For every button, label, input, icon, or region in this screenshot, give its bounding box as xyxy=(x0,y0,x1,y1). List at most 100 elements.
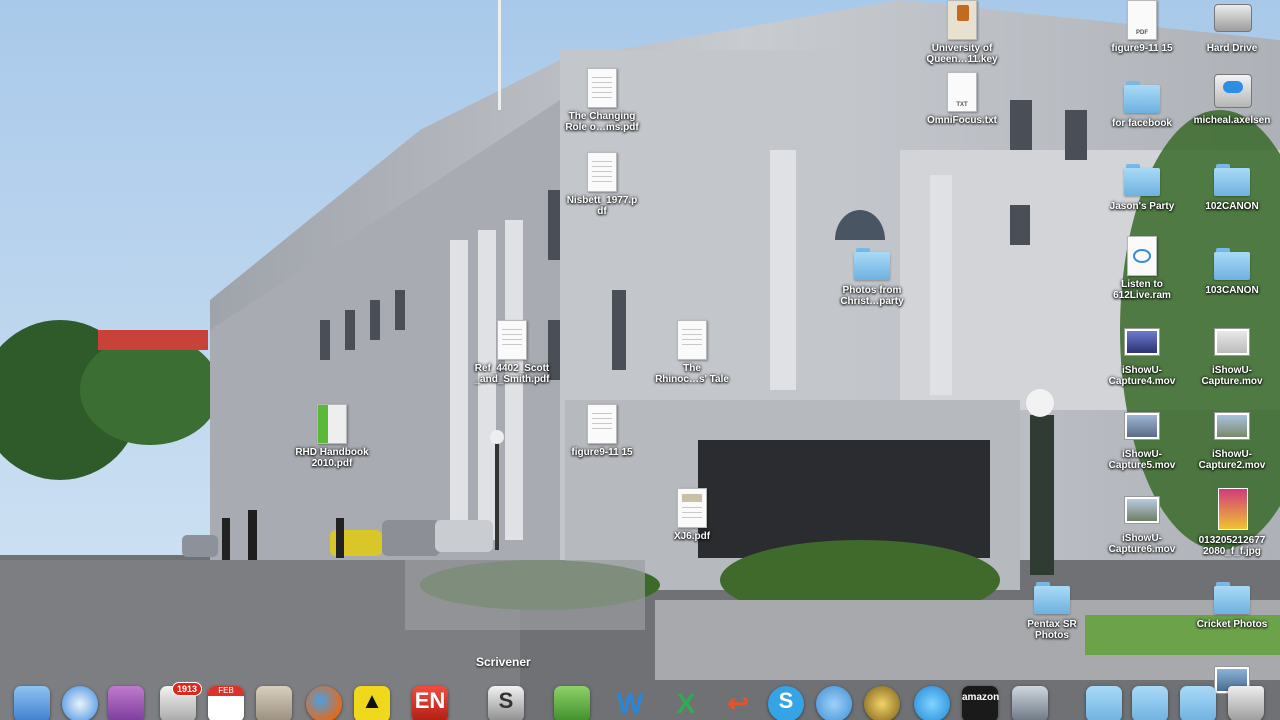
desktop-icon-jpg-image[interactable]: 013205212677 2080_f_f.jpg xyxy=(1184,488,1280,557)
desktop-icon-label: Jason's Party xyxy=(1109,201,1175,212)
desktop-icon-jasons-party-folder[interactable]: Jason's Party xyxy=(1094,158,1190,212)
dock-downloads-folder-icon[interactable] xyxy=(1086,686,1122,720)
desktop-icon-label: iShowU- Capture4.mov xyxy=(1108,365,1176,387)
pdf-file-icon xyxy=(314,404,350,444)
folder-icon xyxy=(1214,576,1250,616)
dock-safari-icon[interactable] xyxy=(62,686,98,720)
desktop-icon-nisbett-pdf[interactable]: Nisbett_1977.p df xyxy=(554,152,650,217)
text-file-icon: TXT xyxy=(944,72,980,112)
desktop-icon-micheal-axelsen[interactable]: micheal.axelsen xyxy=(1184,72,1280,126)
dock-mail-icon[interactable]: 1913 xyxy=(160,682,202,720)
word-w-glyph: W xyxy=(616,688,644,719)
folder-icon xyxy=(1124,75,1160,115)
dock-amazon-icon[interactable]: amazon xyxy=(962,686,1000,720)
dock-twitter-bird-icon[interactable]: ▲ xyxy=(354,686,390,720)
desktop-icon-label: iShowU- Capture5.mov xyxy=(1108,449,1176,471)
desktop-icon-for-facebook-folder[interactable]: for facebook xyxy=(1094,75,1190,129)
movie-file-icon xyxy=(1124,406,1160,446)
dock-evernote-icon[interactable]: EN xyxy=(412,686,448,720)
desktop-icon-103canon-folder[interactable]: 103CANON xyxy=(1184,242,1280,296)
desktop-icon-label: figure9-11 15 xyxy=(1111,43,1173,54)
folder-icon xyxy=(854,242,890,282)
desktop-icon-label: iShowU- Capture6.mov xyxy=(1108,533,1176,555)
dock-contacts-icon[interactable] xyxy=(816,686,852,720)
skype-s-glyph: S xyxy=(778,688,794,713)
pdf-file-icon xyxy=(674,488,710,528)
dock-finder-icon[interactable] xyxy=(14,686,50,720)
desktop-icon-changing-role-pdf[interactable]: The Changing Role o…ms.pdf xyxy=(554,68,650,133)
desktop-icon-rhinoceros-tale[interactable]: The Rhinoc…s' Tale xyxy=(644,320,740,385)
desktop-icon-ishowu-capture4[interactable]: iShowU- Capture4.mov xyxy=(1094,322,1190,387)
desktop-icon-omnifocus-txt[interactable]: TXT OmniFocus.txt xyxy=(914,72,1010,126)
amazon-label: amazon xyxy=(962,692,1000,703)
movie-file-icon xyxy=(1124,322,1160,362)
dock-word-icon[interactable]: W xyxy=(612,686,648,720)
dock-stack-folder-icon[interactable] xyxy=(1180,686,1216,720)
cloud-drive-icon xyxy=(1214,72,1252,112)
movie-file-icon xyxy=(1124,490,1160,530)
pdf-file-icon xyxy=(494,320,530,360)
dock-documents-folder-icon[interactable] xyxy=(1132,686,1168,720)
image-file-icon xyxy=(1214,488,1250,532)
folder-icon xyxy=(1034,576,1070,616)
calendar-month-label: FEB xyxy=(208,686,244,696)
pdf-file-icon xyxy=(584,68,620,108)
desktop-icon-ishowu-capture2[interactable]: iShowU- Capture2.mov xyxy=(1184,406,1280,471)
desktop-icon-label: Hard Drive xyxy=(1206,43,1258,54)
desktop-icon-university-keynote[interactable]: University of Queen…11.key xyxy=(914,0,1010,65)
powerpoint-glyph: ↩ xyxy=(727,688,749,718)
dock-scrivener-icon[interactable]: S xyxy=(488,686,524,720)
desktop-icon-figure9-11-15[interactable]: figure9-11 15 xyxy=(554,404,650,458)
desktop-icon-612live-ram[interactable]: Listen to 612Live.ram xyxy=(1094,236,1190,301)
scrivener-s-glyph: S xyxy=(498,688,514,713)
desktop-icon-label: Photos from Christ…party xyxy=(840,285,904,307)
dock-firefox-icon[interactable] xyxy=(306,686,342,720)
dock: 1913 FEB ▲ EN S W X ↩ S amazon xyxy=(0,682,1280,720)
keynote-file-icon xyxy=(944,0,980,40)
dock-excel-icon[interactable]: X xyxy=(668,686,704,720)
desktop-icon-xj6-pdf[interactable]: XJ6.pdf xyxy=(644,488,740,542)
dock-monitor-icon[interactable] xyxy=(1012,686,1048,720)
dock-powerpoint-icon[interactable]: ↩ xyxy=(720,686,756,720)
dock-trash-icon[interactable] xyxy=(1228,686,1264,720)
desktop-icon-label: University of Queen…11.key xyxy=(926,43,998,65)
desktop-icon-label: Listen to 612Live.ram xyxy=(1113,279,1171,301)
desktop-icon-label: Ref_4402_Scott _and_Smith.pdf xyxy=(474,363,550,385)
dock-calendar-icon[interactable]: FEB xyxy=(208,686,244,720)
desktop-icon-photos-christmas-party-folder[interactable]: Photos from Christ…party xyxy=(824,242,920,307)
desktop-icon-label: for facebook xyxy=(1111,118,1172,129)
desktop-icon-label: Nisbett_1977.p df xyxy=(566,195,638,217)
desktop-icon-label: The Rhinoc…s' Tale xyxy=(655,363,729,385)
dock-skype-icon[interactable]: S xyxy=(768,686,804,720)
desktop-icon-ishowu-capture6[interactable]: iShowU- Capture6.mov xyxy=(1094,490,1190,555)
excel-x-glyph: X xyxy=(676,688,696,719)
folder-icon xyxy=(1214,242,1250,282)
dock-app-icon[interactable] xyxy=(108,686,144,720)
desktop-icon-label: 102CANON xyxy=(1205,201,1259,212)
dock-app-badge-icon[interactable] xyxy=(864,686,900,720)
desktop-icon-rhd-handbook-pdf[interactable]: RHD Handbook 2010.pdf xyxy=(284,404,380,469)
desktop-icon-label: micheal.axelsen xyxy=(1193,115,1271,126)
dock-bubbles-icon[interactable] xyxy=(914,686,950,720)
dock-evernote-elephant-icon[interactable] xyxy=(554,686,590,720)
desktop-icon-label: iShowU- Capture.mov xyxy=(1201,365,1263,387)
desktop-icon-hard-drive[interactable]: Hard Drive xyxy=(1184,0,1280,54)
desktop-icon-label: XJ6.pdf xyxy=(673,531,711,542)
desktop-icon-ishowu-capture[interactable]: iShowU- Capture.mov xyxy=(1184,322,1280,387)
desktop-icon-102canon-folder[interactable]: 102CANON xyxy=(1184,158,1280,212)
desktop-icon-label: iShowU- Capture2.mov xyxy=(1198,449,1266,471)
desktop-icon-label: Pentax SR Photos xyxy=(1027,619,1077,641)
mail-badge: 1913 xyxy=(171,682,202,696)
audio-stream-file-icon xyxy=(1124,236,1160,276)
desktop-icon-figure9-pdf[interactable]: PDF figure9-11 15 xyxy=(1094,0,1190,54)
pdf-file-icon xyxy=(584,152,620,192)
movie-file-icon xyxy=(1214,406,1250,446)
desktop-icon-pentax-sr-folder[interactable]: Pentax SR Photos xyxy=(1004,576,1100,641)
desktop-icon-ishowu-capture5[interactable]: iShowU- Capture5.mov xyxy=(1094,406,1190,471)
dock-preview-icon[interactable] xyxy=(256,686,292,720)
desktop-icon-cricket-photos-folder[interactable]: Cricket Photos xyxy=(1184,576,1280,630)
desktop-icon-label: Cricket Photos xyxy=(1196,619,1268,630)
desktop-icon-label: RHD Handbook 2010.pdf xyxy=(295,447,369,469)
desktop-icon-ref-4402-pdf[interactable]: Ref_4402_Scott _and_Smith.pdf xyxy=(464,320,560,385)
dock-tooltip: Scrivener xyxy=(476,655,531,669)
